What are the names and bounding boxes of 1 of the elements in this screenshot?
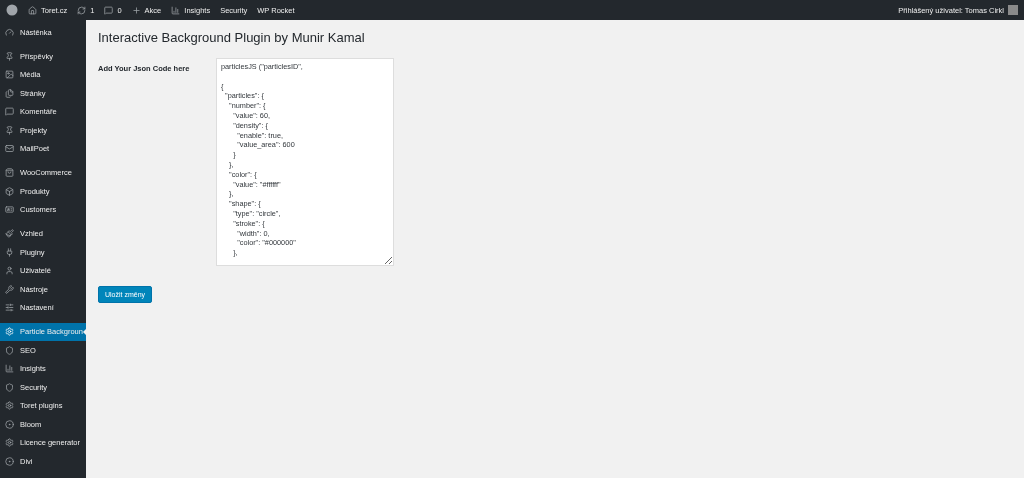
page-title: Interactive Background Plugin by Munir Kamal [98,30,366,45]
